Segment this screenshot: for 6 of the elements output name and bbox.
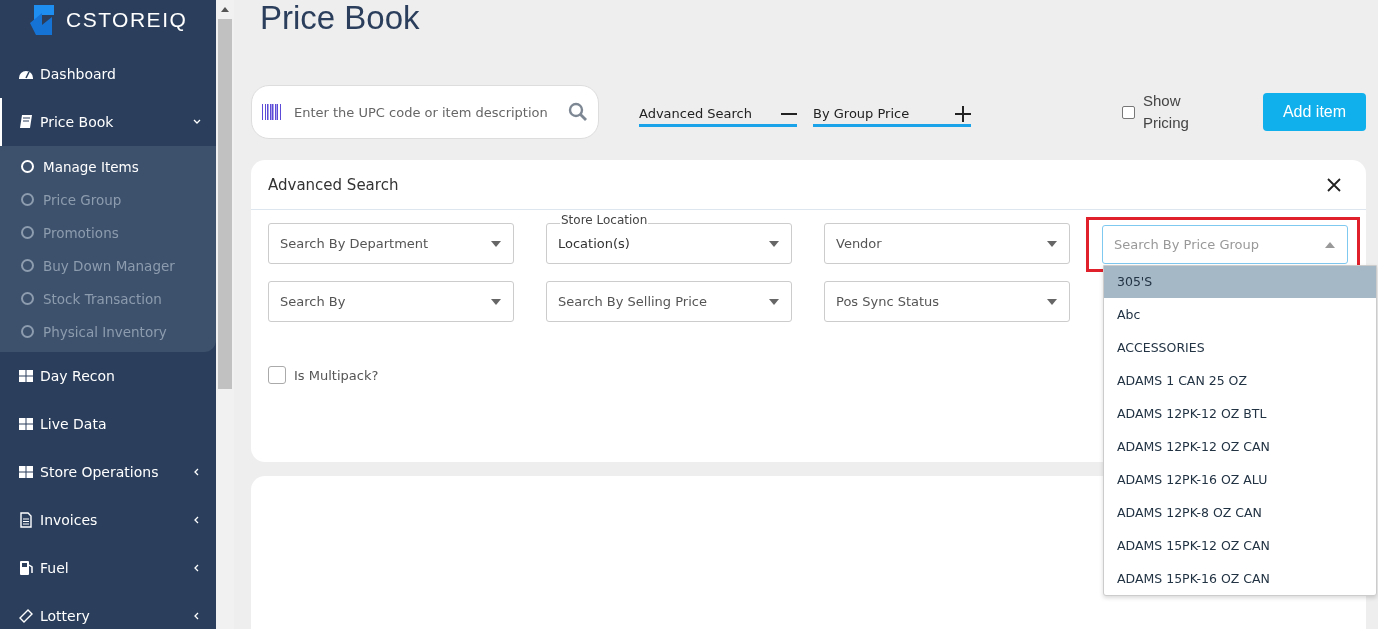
checkbox-label: Is Multipack? xyxy=(294,367,379,383)
page-title: Price Book xyxy=(260,0,421,38)
brand-name: CSTOREIQ xyxy=(66,8,188,32)
checkbox-label: Show Pricing xyxy=(1143,91,1190,133)
card-title: Advanced Search xyxy=(268,175,399,194)
field-label: Store Location xyxy=(560,213,649,227)
